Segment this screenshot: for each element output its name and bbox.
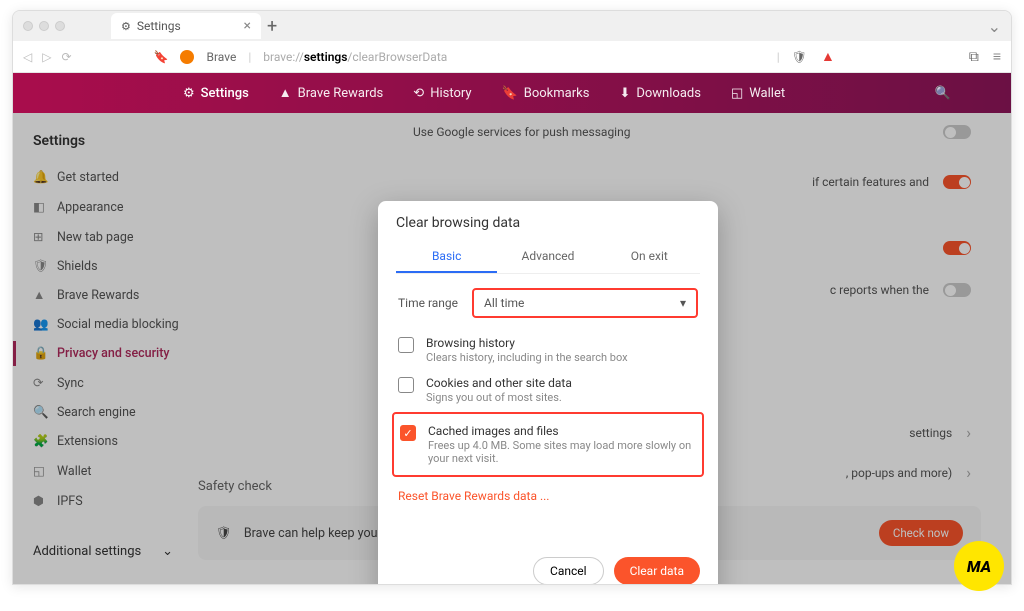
nav-downloads[interactable]: ⬇Downloads xyxy=(619,86,701,101)
time-range-label: Time range xyxy=(398,296,458,310)
opt-cached[interactable]: ✓ Cached images and filesFrees up 4.0 MB… xyxy=(400,418,696,471)
brave-lion-icon xyxy=(180,50,194,64)
ma-badge: MA xyxy=(954,541,1004,591)
time-range-highlight: All time ▾ xyxy=(472,288,698,318)
bookmark-icon[interactable]: 🔖 xyxy=(154,50,169,64)
checkbox[interactable] xyxy=(398,337,414,353)
tab-basic[interactable]: Basic xyxy=(396,241,497,273)
dialog-title: Clear browsing data xyxy=(378,201,718,241)
time-range-select[interactable]: All time xyxy=(484,296,680,310)
clear-data-dialog: Clear browsing data Basic Advanced On ex… xyxy=(378,201,718,585)
window-dots xyxy=(23,21,65,31)
tab-title: Settings xyxy=(137,19,181,33)
url-field[interactable]: brave://settings/clearBrowserData xyxy=(263,50,765,64)
reload-icon[interactable]: ⟳ xyxy=(61,50,71,64)
opt-cookies[interactable]: Cookies and other site dataSigns you out… xyxy=(398,370,698,410)
checkbox[interactable] xyxy=(398,377,414,393)
gear-icon: ⚙ xyxy=(121,20,131,33)
nav-settings[interactable]: ⚙Settings xyxy=(183,86,249,101)
chevron-down-icon[interactable]: ▾ xyxy=(680,296,686,310)
cancel-button[interactable]: Cancel xyxy=(533,557,604,585)
nav-wallet[interactable]: ◱Wallet xyxy=(731,86,785,101)
pip-icon[interactable]: ⧉ xyxy=(969,49,979,65)
menu-icon[interactable]: ≡ xyxy=(993,48,1001,65)
tab-on-exit[interactable]: On exit xyxy=(599,241,700,273)
forward-icon[interactable]: ▷ xyxy=(42,50,51,64)
nav-history[interactable]: ⟲History xyxy=(413,86,471,101)
clear-data-button[interactable]: Clear data xyxy=(614,557,700,585)
brand-label: Brave xyxy=(206,50,236,64)
tab-advanced[interactable]: Advanced xyxy=(497,241,598,273)
opt-browsing-history[interactable]: Browsing historyClears history, includin… xyxy=(398,330,698,370)
opt-cached-highlight: ✓ Cached images and filesFrees up 4.0 MB… xyxy=(392,412,704,477)
browser-tab[interactable]: ⚙ Settings × xyxy=(111,13,261,39)
tab-strip: ⚙ Settings × + ⌄ xyxy=(13,11,1011,41)
rewards-icon[interactable]: ▲ xyxy=(821,48,835,65)
address-bar: ◁ ▷ ⟳ 🔖 Brave | brave://settings/clearBr… xyxy=(13,41,1011,73)
checkbox-checked[interactable]: ✓ xyxy=(400,425,416,441)
nav-rewards[interactable]: ▲Brave Rewards xyxy=(279,85,384,101)
nav-bookmarks[interactable]: 🔖Bookmarks xyxy=(502,86,590,101)
close-tab-icon[interactable]: × xyxy=(244,18,251,34)
shield-icon[interactable]: 🛡 xyxy=(792,50,807,64)
reset-rewards-link[interactable]: Reset Brave Rewards data ... xyxy=(378,483,718,513)
back-icon[interactable]: ◁ xyxy=(23,50,32,64)
tabs-dropdown-icon[interactable]: ⌄ xyxy=(988,17,1001,36)
nav-search-icon[interactable]: 🔍 xyxy=(935,86,951,101)
brave-top-nav: ⚙Settings ▲Brave Rewards ⟲History 🔖Bookm… xyxy=(13,73,1011,113)
new-tab-button[interactable]: + xyxy=(267,16,277,37)
